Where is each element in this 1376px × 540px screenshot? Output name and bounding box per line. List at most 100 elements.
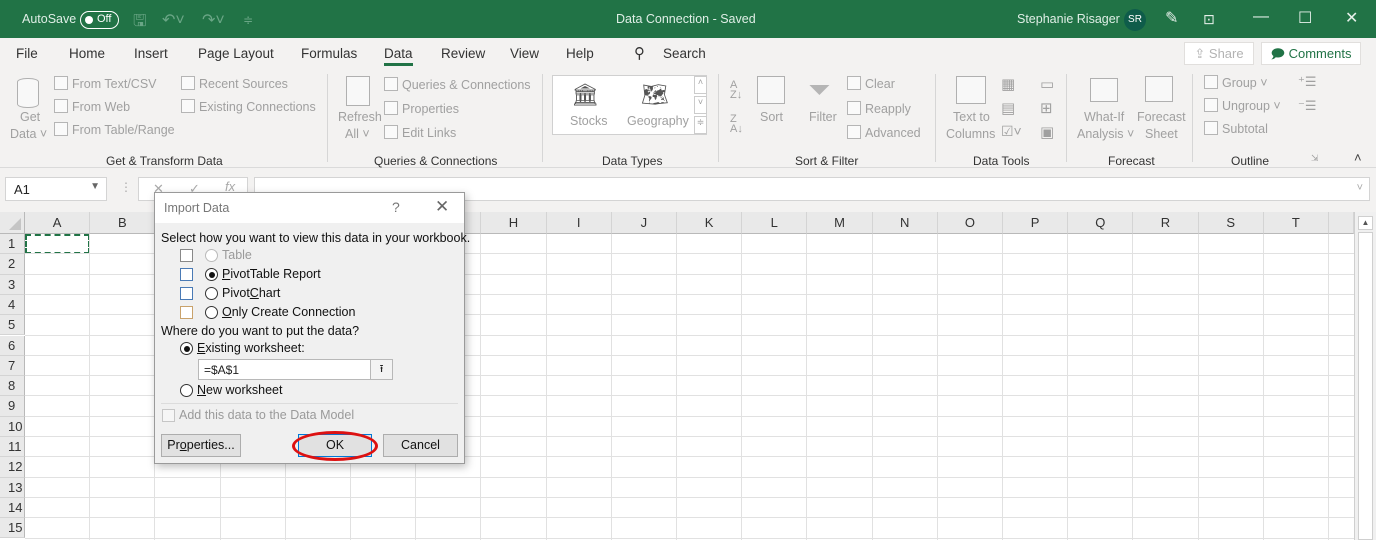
column-header-S[interactable]: S bbox=[1198, 212, 1264, 234]
geography-button[interactable]: Geography bbox=[627, 114, 689, 128]
cancel-button[interactable]: Cancel bbox=[383, 434, 458, 457]
advanced-filter-button[interactable]: Advanced bbox=[847, 125, 921, 140]
close-dialog-icon[interactable]: ✕ bbox=[435, 197, 449, 217]
radio-only-connection[interactable] bbox=[205, 306, 218, 319]
share-button[interactable]: ⇪ Share bbox=[1184, 42, 1254, 65]
row-header-2[interactable]: 2 bbox=[0, 254, 25, 275]
expand-formula-icon[interactable]: ˅ bbox=[1357, 182, 1363, 194]
ribbon-display-icon[interactable]: ⊡ bbox=[1203, 11, 1215, 28]
row-header-11[interactable]: 11 bbox=[0, 437, 25, 458]
queries-connections-button[interactable]: Queries & Connections bbox=[384, 77, 531, 92]
vertical-scrollbar[interactable]: ▲ bbox=[1354, 212, 1376, 540]
text-to-columns-button[interactable]: Text to bbox=[953, 110, 990, 124]
row-header-12[interactable]: 12 bbox=[0, 457, 25, 478]
avatar[interactable]: SR bbox=[1124, 9, 1146, 31]
name-box[interactable]: A1 ▼ bbox=[5, 177, 107, 201]
column-header-T[interactable]: T bbox=[1263, 212, 1329, 234]
select-all-button[interactable] bbox=[0, 212, 25, 234]
data-model-checkbox[interactable] bbox=[162, 409, 175, 422]
column-header-M[interactable]: M bbox=[807, 212, 873, 234]
gallery-down-button[interactable]: ˅ bbox=[694, 96, 707, 114]
undo-icon[interactable]: ↶˅ bbox=[162, 10, 185, 30]
recent-sources-button[interactable]: Recent Sources bbox=[181, 76, 288, 91]
what-if-analysis-button[interactable]: What-If bbox=[1084, 110, 1124, 124]
close-icon[interactable]: ✕ bbox=[1345, 8, 1358, 28]
row-header-5[interactable]: 5 bbox=[0, 315, 25, 336]
search-box[interactable]: Search bbox=[663, 46, 706, 61]
selected-cell-a1[interactable] bbox=[25, 234, 90, 254]
drag-handle-icon[interactable]: ⋮ bbox=[120, 180, 132, 194]
tab-formulas[interactable]: Formulas bbox=[301, 46, 357, 61]
column-header-L[interactable]: L bbox=[742, 212, 808, 234]
text-to-columns-label[interactable]: Columns bbox=[946, 127, 995, 141]
flash-fill-icon[interactable]: ▦ bbox=[1001, 75, 1015, 93]
gallery-more-button[interactable]: ≑ bbox=[694, 116, 707, 134]
row-header-10[interactable]: 10 bbox=[0, 416, 25, 437]
tab-view[interactable]: View bbox=[510, 46, 539, 61]
consolidate-icon[interactable]: ▭ bbox=[1040, 75, 1054, 93]
row-header-7[interactable]: 7 bbox=[0, 355, 25, 377]
row-header-8[interactable]: 8 bbox=[0, 376, 25, 397]
row-header-15[interactable]: 15 bbox=[0, 518, 25, 539]
column-header-N[interactable]: N bbox=[872, 212, 938, 234]
row-header-3[interactable]: 3 bbox=[0, 274, 25, 295]
maximize-icon[interactable]: ☐ bbox=[1298, 8, 1312, 28]
stocks-button[interactable]: Stocks bbox=[570, 114, 608, 128]
properties-button[interactable]: Properties... bbox=[161, 434, 241, 457]
row-header-14[interactable]: 14 bbox=[0, 497, 25, 519]
manage-data-model-icon[interactable]: ▣ bbox=[1040, 123, 1054, 141]
refresh-all-label[interactable]: All ˅ bbox=[345, 127, 370, 141]
sort-z-a-button[interactable]: Z A↓ bbox=[730, 114, 743, 135]
column-header-A[interactable]: A bbox=[25, 212, 91, 234]
radio-existing-worksheet[interactable] bbox=[180, 342, 193, 355]
get-data-button[interactable]: Get bbox=[20, 110, 40, 124]
what-if-analysis-label[interactable]: Analysis ˅ bbox=[1077, 127, 1134, 141]
radio-table[interactable] bbox=[205, 249, 218, 262]
remove-duplicates-icon[interactable]: ▤ bbox=[1001, 99, 1015, 117]
from-text-csv-button[interactable]: From Text/CSV bbox=[54, 76, 157, 91]
search-icon[interactable]: ⚲ bbox=[634, 44, 645, 62]
autosave-toggle[interactable]: Off bbox=[80, 11, 119, 29]
range-input[interactable]: =$A$1 bbox=[198, 359, 393, 380]
row-header-1[interactable]: 1 bbox=[0, 234, 25, 255]
tab-home[interactable]: Home bbox=[69, 46, 105, 61]
pen-icon[interactable]: ✎ bbox=[1165, 8, 1178, 28]
column-header-B[interactable]: B bbox=[90, 212, 156, 234]
radio-new-worksheet[interactable] bbox=[180, 384, 193, 397]
column-header-H[interactable]: H bbox=[481, 212, 547, 234]
row-header-9[interactable]: 9 bbox=[0, 396, 25, 417]
comments-button[interactable]: 🗩 Comments bbox=[1261, 42, 1361, 65]
group-button[interactable]: Group ˅ bbox=[1204, 75, 1268, 90]
from-table-range-button[interactable]: From Table/Range bbox=[54, 122, 175, 137]
tab-review[interactable]: Review bbox=[441, 46, 485, 61]
user-name[interactable]: Stephanie Risager bbox=[1017, 12, 1120, 26]
get-data-button-label[interactable]: Data ˅ bbox=[10, 127, 47, 141]
scroll-up-button[interactable]: ▲ bbox=[1358, 216, 1373, 230]
column-header-Q[interactable]: Q bbox=[1068, 212, 1134, 234]
dialog-launcher-icon[interactable]: ⇲ bbox=[1311, 153, 1319, 164]
customize-qat-icon[interactable]: ≑ bbox=[243, 13, 253, 27]
existing-connections-button[interactable]: Existing Connections bbox=[181, 99, 316, 114]
save-icon[interactable]: 🖫 bbox=[133, 10, 147, 37]
reapply-button[interactable]: Reapply bbox=[847, 101, 911, 116]
help-button[interactable]: ? bbox=[392, 199, 400, 215]
subtotal-button[interactable]: Subtotal bbox=[1204, 121, 1268, 136]
minimize-icon[interactable]: — bbox=[1253, 8, 1269, 26]
row-header-4[interactable]: 4 bbox=[0, 294, 25, 316]
tab-page-layout[interactable]: Page Layout bbox=[198, 46, 274, 61]
row-header-6[interactable]: 6 bbox=[0, 335, 25, 356]
clear-filter-button[interactable]: Clear bbox=[847, 76, 895, 91]
column-header-P[interactable]: P bbox=[1003, 212, 1069, 234]
column-header-J[interactable]: J bbox=[611, 212, 677, 234]
forecast-sheet-label[interactable]: Sheet bbox=[1145, 127, 1178, 141]
tab-insert[interactable]: Insert bbox=[134, 46, 168, 61]
column-header-O[interactable]: O bbox=[937, 212, 1003, 234]
column-header-I[interactable]: I bbox=[546, 212, 612, 234]
sort-button[interactable]: Sort bbox=[760, 110, 783, 124]
show-detail-icon[interactable]: ⁺☰ bbox=[1298, 74, 1317, 90]
redo-icon[interactable]: ↷˅ bbox=[202, 10, 225, 30]
scroll-thumb[interactable] bbox=[1358, 232, 1373, 540]
collapse-ribbon-icon[interactable]: ˄ bbox=[1354, 150, 1362, 165]
edit-links-button[interactable]: Edit Links bbox=[384, 125, 456, 140]
gallery-up-button[interactable]: ˄ bbox=[694, 76, 707, 94]
